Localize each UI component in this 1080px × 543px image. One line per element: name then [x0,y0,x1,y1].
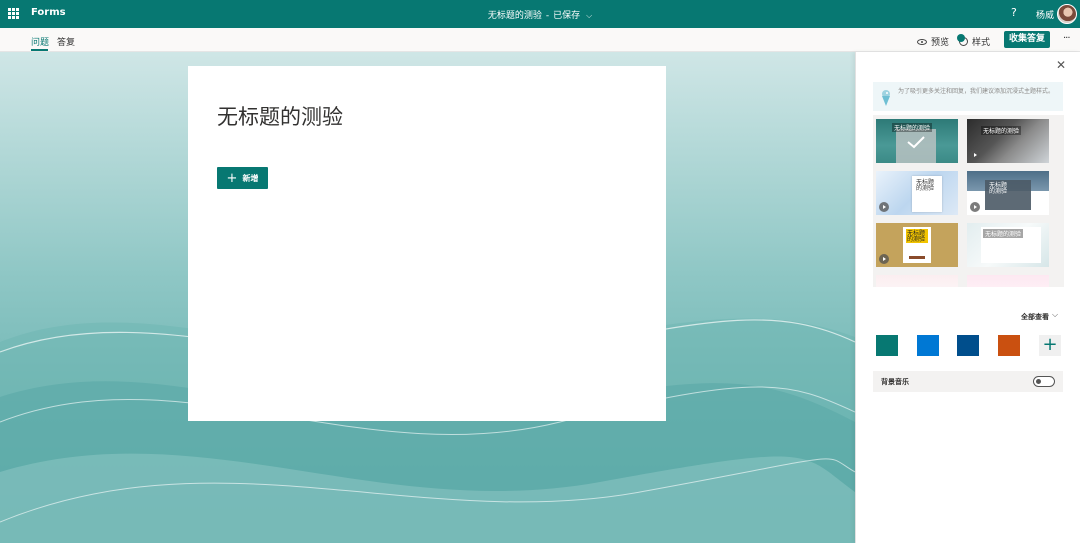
theme-thumbnail[interactable]: 无标题的测验 [967,171,1049,215]
theme-thumbnail-label: 无标题的测验 [916,179,935,192]
theme-thumbnail-label: 无标题的测验 [892,123,933,132]
checkmark-icon [907,136,925,149]
more-options-icon[interactable]: ··· [1063,33,1070,44]
theme-thumbnail[interactable] [876,275,958,287]
tab-responses[interactable]: 答复 [57,35,75,48]
document-title-bar[interactable]: 无标题的测验 - 已保存 ⌵ [0,8,1080,21]
add-question-label: 新增 [242,173,259,183]
theme-thumbnail[interactable]: 无标题的测验 [876,171,958,215]
color-swatch-orange[interactable] [998,335,1020,356]
theme-thumbnail[interactable]: 无标题的测验 [967,223,1049,267]
color-swatch-blue[interactable] [917,335,939,356]
see-all-link[interactable]: 全部查看 [1021,312,1049,322]
form-card: 无标题的测验 + 新增 [188,66,666,421]
theme-thumbnail-label: 无标题的测验 [981,126,1022,135]
title-separator: - [545,11,550,21]
theme-gallery[interactable]: 无标题的测验 无标题的测验 无标题的测验 无标题的测验 无标题的测验 无标题的测… [873,115,1064,287]
color-swatch-navy[interactable] [957,335,979,356]
palette-icon [957,34,968,46]
play-icon [879,254,889,264]
plus-icon: + [226,170,238,186]
avatar[interactable] [1057,4,1077,24]
style-label: 样式 [972,38,991,48]
eye-icon [917,38,927,45]
collect-responses-button[interactable]: 收集答复 [1004,31,1050,48]
form-title[interactable]: 无标题的测验 [217,101,343,131]
theme-panel: ✕ 为了吸引更多关注和回复，我们建议添加沉浸式主题样式。 无标题的测验 无标题的… [855,52,1080,543]
color-swatch-teal[interactable] [876,335,898,356]
command-bar: 问题 答复 预览 样式 收集答复 ··· [0,28,1080,52]
play-icon [970,150,980,160]
preview-button[interactable]: 预览 [917,35,949,48]
bird-illustration-icon [882,90,890,106]
theme-thumbnail[interactable] [967,275,1049,287]
play-icon [970,202,980,212]
background-music-row: 背景音乐 [873,371,1063,392]
theme-thumbnail[interactable]: 无标题的测验 [876,119,958,163]
background-music-label: 背景音乐 [881,378,909,386]
theme-thumbnail[interactable]: 无标题的测验 [967,119,1049,163]
play-icon [879,202,889,212]
chevron-down-icon[interactable]: ⌵ [1052,310,1058,320]
user-name[interactable]: 杨威 [1036,8,1054,21]
add-custom-color-button[interactable]: + [1039,335,1061,356]
theme-thumbnail-label: 无标题的测验 [907,230,926,243]
style-button[interactable]: 样式 [957,34,991,48]
help-icon[interactable]: ? [1011,6,1017,19]
preview-label: 预览 [931,38,950,48]
close-icon[interactable]: ✕ [1056,58,1066,72]
theme-tip: 为了吸引更多关注和回复，我们建议添加沉浸式主题样式。 [873,82,1063,111]
document-title[interactable]: 无标题的测验 [488,11,542,21]
active-tab-indicator [31,49,48,51]
theme-thumbnail-label: 无标题的测验 [989,182,1008,195]
save-status: 已保存 [553,11,581,21]
top-app-bar: Forms 无标题的测验 - 已保存 ⌵ ? 杨威 [0,0,1080,28]
background-music-toggle[interactable] [1033,376,1055,387]
tip-text: 为了吸引更多关注和回复，我们建议添加沉浸式主题样式。 [898,88,1055,95]
theme-thumbnail-label: 无标题的测验 [983,229,1024,238]
tab-questions[interactable]: 问题 [31,35,49,48]
add-question-button[interactable]: + 新增 [217,167,268,189]
palette-badge [957,34,965,42]
theme-thumbnail[interactable]: 无标题的测验 [876,223,958,267]
chevron-down-icon[interactable]: ⌵ [586,11,592,20]
